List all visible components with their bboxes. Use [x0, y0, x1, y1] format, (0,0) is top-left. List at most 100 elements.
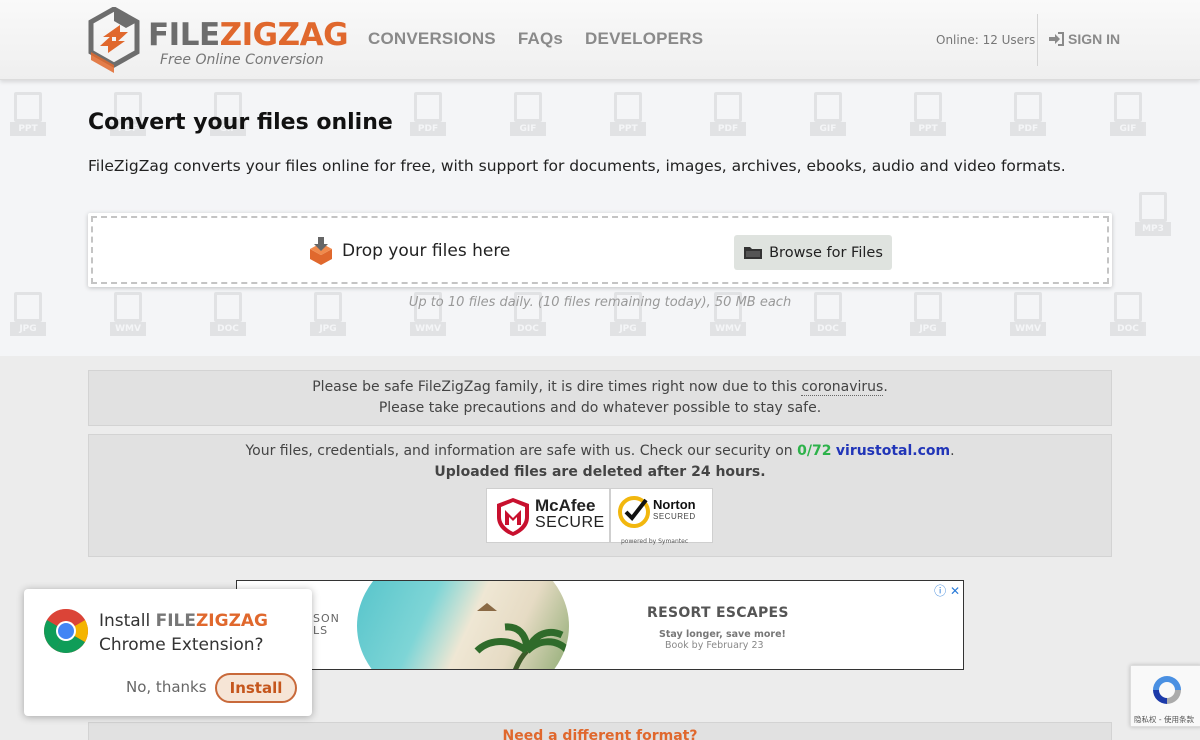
virustotal-score[interactable]: 0/72: [797, 443, 831, 459]
ghost-label: WMV: [110, 322, 146, 336]
coronavirus-link[interactable]: coronavirus: [801, 379, 884, 396]
virustotal-link[interactable]: virustotal.com: [836, 443, 950, 459]
mcafee-secure-badge[interactable]: McAfee SECURE: [486, 488, 610, 543]
ghost-page-shape: [1014, 92, 1042, 122]
ghost-page-shape: [914, 92, 942, 122]
main-nav: CONVERSIONS FAQs DEVELOPERS: [368, 29, 703, 49]
ghost-page-shape: [1114, 92, 1142, 122]
ghost-label: PDF: [1010, 122, 1046, 136]
ghost-label: GIF: [510, 122, 546, 136]
online-users-count: Online: 12 Users: [936, 33, 1036, 47]
chrome-logo-icon: [44, 609, 88, 653]
file-type-ghost-icon: PDF: [710, 92, 746, 138]
ghost-label: WMV: [410, 322, 446, 336]
ghost-page-shape: [1139, 192, 1167, 222]
logo-wordmark: FILEZIGZAG: [148, 17, 349, 53]
popup-title: Install FILEZIGZAG Chrome Extension?: [99, 609, 268, 657]
nav-faqs[interactable]: FAQs: [518, 29, 563, 49]
security-line-1-suffix: .: [950, 443, 955, 459]
ghost-label: PDF: [410, 122, 446, 136]
notice-line-1: Please be safe FileZigZag family, it is …: [89, 377, 1111, 398]
file-drop-zone[interactable]: Drop your files here Browse for Files: [88, 213, 1112, 287]
upload-limit-text: Up to 10 files daily. (10 files remainin…: [408, 295, 792, 310]
logo-word-file: FILE: [148, 17, 220, 53]
install-extension-button[interactable]: Install: [215, 673, 297, 703]
file-type-ghost-icon: PPT: [10, 92, 46, 138]
hero-section: PPT PDF GIF PDF GIF PPT PDF GIF PPT PDF GIF MP3 JPG W…: [0, 80, 1200, 356]
ghost-label: DOC: [810, 322, 846, 336]
security-info: Your files, credentials, and information…: [88, 434, 1112, 557]
norton-text: Norton SECURED: [653, 498, 696, 523]
header-divider: [1037, 14, 1038, 66]
coronavirus-notice: Please be safe FileZigZag family, it is …: [88, 370, 1112, 426]
browse-files-button[interactable]: Browse for Files: [734, 235, 892, 270]
norton-secured-label: SECURED: [653, 512, 696, 521]
ghost-page-shape: [814, 92, 842, 122]
nav-conversions[interactable]: CONVERSIONS: [368, 29, 496, 49]
ghost-page-shape: [714, 92, 742, 122]
recaptcha-terms[interactable]: 隐私权 - 使用条款: [1134, 714, 1194, 725]
browse-files-label: Browse for Files: [769, 244, 883, 261]
ad-beach-image: [357, 581, 569, 669]
page-description: FileZigZag converts your files online fo…: [88, 157, 1066, 175]
ad-subtitle-2: Book by February 23: [665, 640, 764, 651]
file-type-ghost-icon: PDF: [1010, 92, 1046, 138]
page-title: Convert your files online: [88, 110, 393, 135]
ghost-label: DOC: [210, 322, 246, 336]
ad-info-close-icon[interactable]: ⓘ ✕: [934, 582, 960, 599]
download-box-icon: [310, 237, 332, 265]
ghost-label: DOC: [510, 322, 546, 336]
security-badges: McAfee SECURE Norton SECURED powered by …: [486, 488, 713, 545]
recaptcha-badge[interactable]: 隐私权 - 使用条款: [1130, 665, 1200, 727]
ghost-label: GIF: [810, 122, 846, 136]
mcafee-name: McAfee: [535, 496, 596, 515]
ghost-page-shape: [14, 92, 42, 122]
ghost-label: PPT: [10, 122, 46, 136]
ghost-label: PPT: [610, 122, 646, 136]
file-type-ghost-icon: PDF: [410, 92, 446, 138]
file-type-ghost-icon: MP3: [1135, 192, 1171, 238]
ghost-page-shape: [614, 92, 642, 122]
security-line-1-text: Your files, credentials, and information…: [245, 443, 798, 459]
mcafee-secure-label: SECURE: [535, 514, 605, 531]
security-line-1: Your files, credentials, and information…: [89, 441, 1111, 462]
zigzag-logo-icon: [88, 7, 140, 73]
ghost-label: PPT: [910, 122, 946, 136]
popup-brand-file: FILE: [155, 611, 196, 631]
mcafee-shield-icon: [497, 498, 529, 536]
ad-title: RESORT ESCAPES: [647, 605, 789, 621]
ghost-label: JPG: [10, 322, 46, 336]
ghost-label: JPG: [310, 322, 346, 336]
drop-zone-border: [91, 216, 1109, 284]
logo-word-zigzag: ZIGZAG: [219, 17, 349, 53]
nav-developers[interactable]: DEVELOPERS: [585, 29, 703, 49]
security-line-2: Uploaded files are deleted after 24 hour…: [434, 464, 766, 480]
palm-trees-icon: [474, 603, 569, 669]
file-type-ghost-icon: GIF: [810, 92, 846, 138]
sign-in-label: SIGN IN: [1068, 31, 1121, 47]
norton-powered-by: powered by Symantec: [621, 538, 689, 545]
mcafee-text: McAfee SECURE: [535, 497, 605, 531]
ghost-label: MP3: [1135, 222, 1171, 236]
drop-label-text: Drop your files here: [342, 241, 511, 261]
popup-install-text: Install: [99, 611, 156, 631]
notice-line-1-text: Please be safe FileZigZag family, it is …: [312, 379, 802, 395]
resort-ad-banner[interactable]: SSON ELS RESORT ESCAPES Stay longer, sav…: [236, 580, 964, 670]
ghost-label: WMV: [710, 322, 746, 336]
ad-subtitle: Stay longer, save more!: [659, 629, 786, 640]
ghost-page-shape: [514, 92, 542, 122]
no-thanks-button[interactable]: No, thanks: [126, 678, 207, 696]
popup-title-line-1: Install FILEZIGZAG: [99, 609, 268, 633]
norton-secured-badge[interactable]: Norton SECURED powered by Symantec: [610, 488, 713, 545]
site-logo[interactable]: FILEZIGZAG Free Online Conversion: [88, 7, 349, 75]
different-format-link[interactable]: Need a different format?: [503, 728, 698, 740]
popup-title-line-2: Chrome Extension?: [99, 635, 264, 655]
different-format-box: Need a different format?: [88, 722, 1112, 740]
logo-tagline: Free Online Conversion: [160, 52, 324, 68]
norton-check-icon: [618, 496, 650, 528]
chrome-extension-popup: Install FILEZIGZAG Chrome Extension? No,…: [24, 589, 312, 716]
sign-in-button[interactable]: SIGN IN: [1048, 31, 1120, 47]
sign-in-icon: [1049, 32, 1064, 46]
ghost-label: DOC: [1110, 322, 1146, 336]
ghost-label: PDF: [710, 122, 746, 136]
